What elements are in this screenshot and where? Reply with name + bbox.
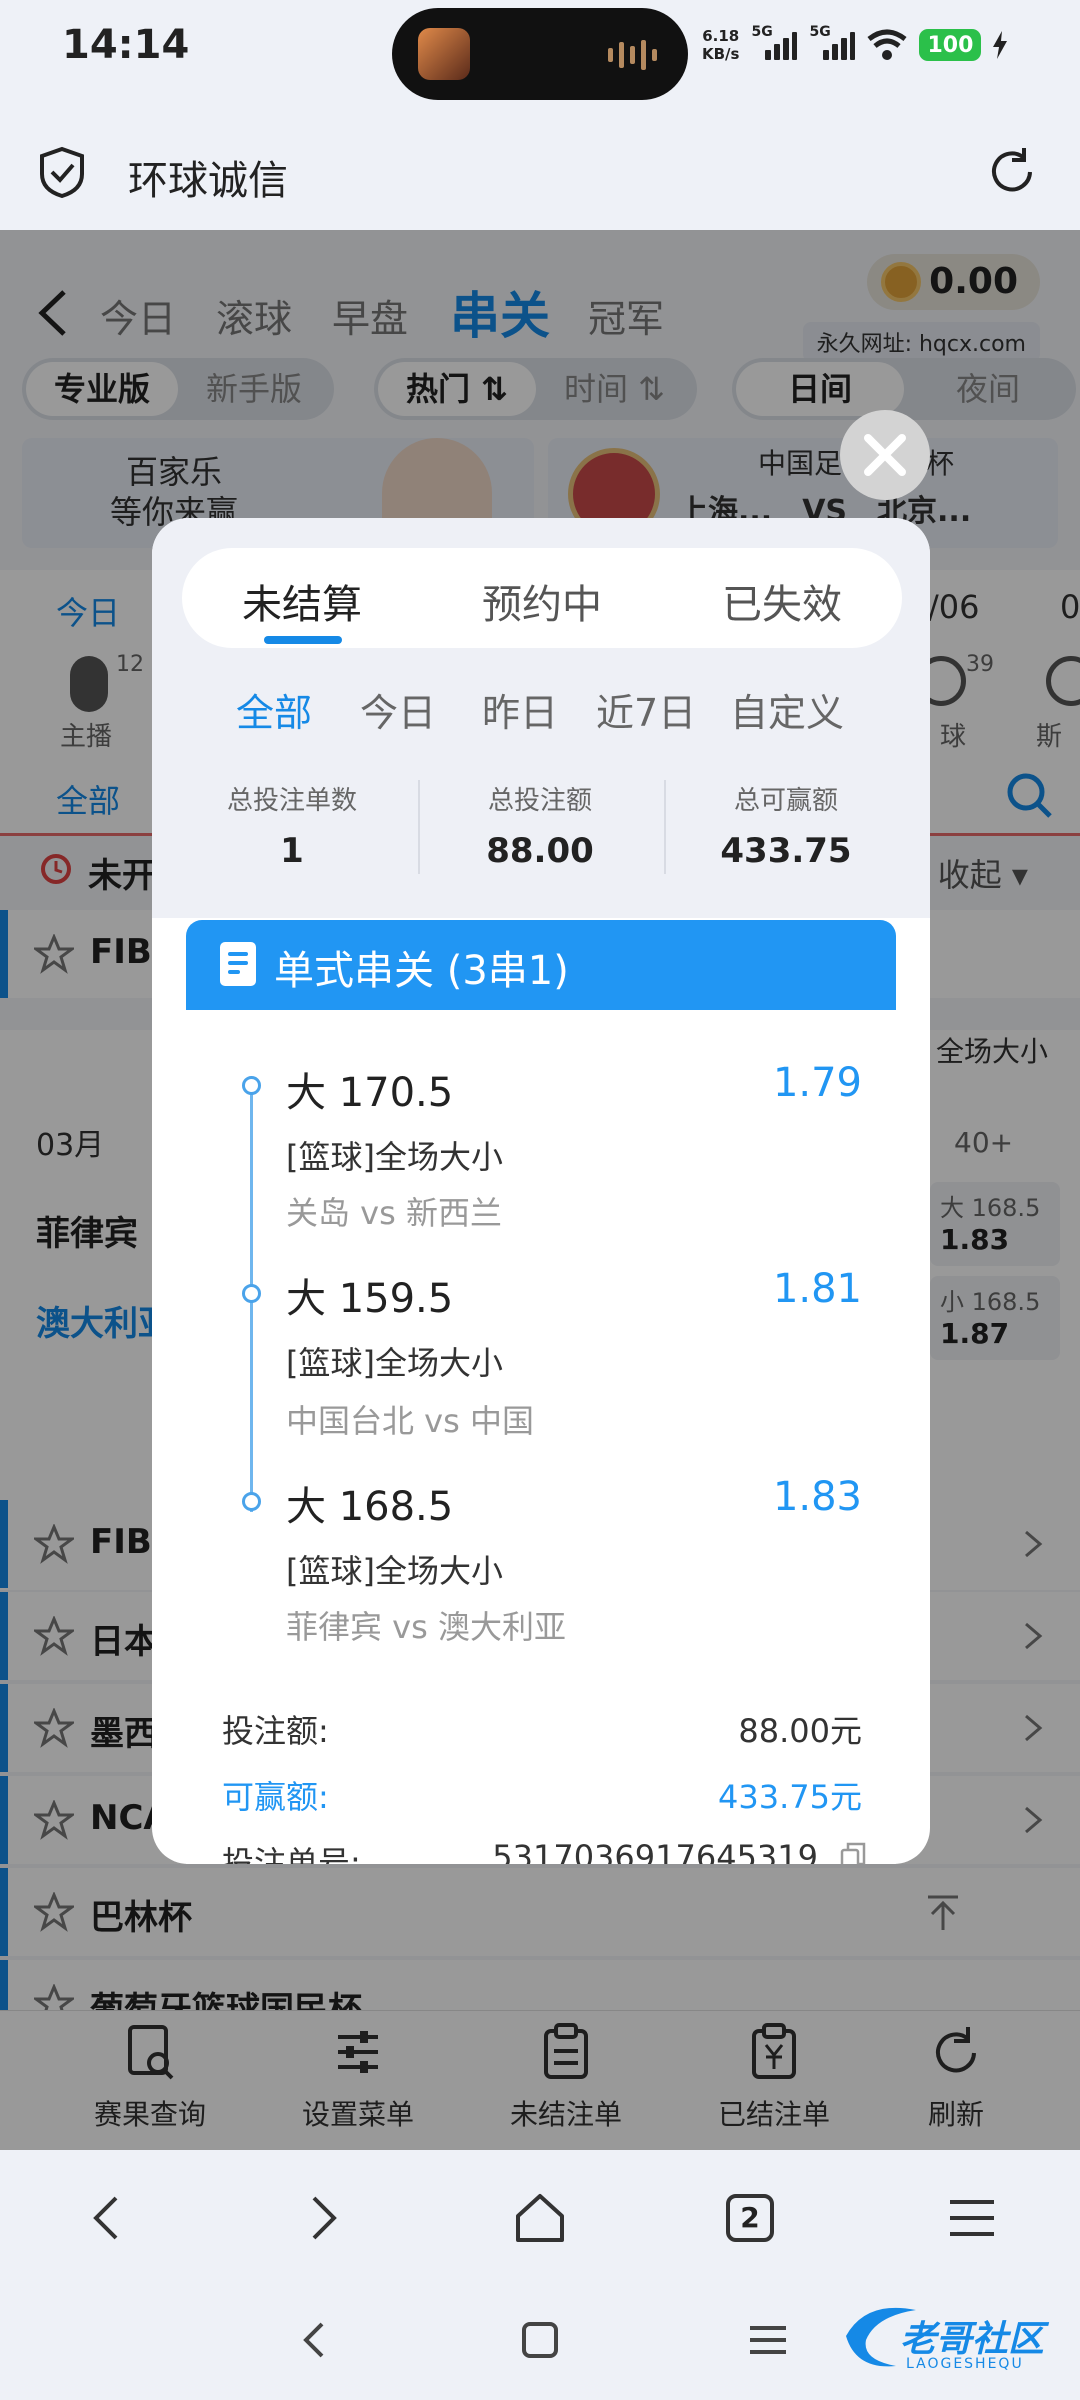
document-icon (220, 942, 256, 986)
signal-icon: 5G (809, 24, 856, 60)
tab-expired[interactable]: 已失效 (662, 572, 902, 630)
tab-unsettled[interactable]: 未结算 (182, 572, 422, 630)
active-tab-indicator (264, 636, 342, 644)
close-icon (864, 434, 906, 476)
bet-records-modal: 未结算 预约中 已失效 全部 今日 昨日 近7日 自定义 总投注单数 1 总投注… (152, 518, 930, 1864)
leg-selection: 大 159.5 (286, 1276, 454, 1322)
stake-label: 投注额: (222, 1712, 329, 1750)
system-recents-icon[interactable] (738, 2310, 798, 2370)
browser-forward-icon[interactable] (292, 2188, 352, 2248)
leg-odds: 1.79 (772, 1060, 862, 1106)
order-number: 5317036917645319 (492, 1838, 818, 1864)
stat-total-bets: 总投注单数 1 (226, 786, 357, 871)
system-home-icon[interactable] (510, 2310, 570, 2370)
leg-market: [篮球]全场大小 (286, 1344, 503, 1382)
range-yesterday[interactable]: 昨日 (482, 682, 558, 737)
browser-menu-icon[interactable] (942, 2188, 1002, 2248)
status-bar: 14:14 6.18 KB/s 5G 5G 100 (0, 0, 1080, 100)
order-label: 投注单号: (222, 1844, 361, 1864)
browser-address-bar: 环球诚信 (0, 120, 1080, 230)
range-today[interactable]: 今日 (360, 682, 436, 737)
status-icons: 6.18 KB/s 5G 5G 100 (702, 22, 1008, 68)
browser-home-icon[interactable] (510, 2188, 570, 2248)
leg-market: [篮球]全场大小 (286, 1552, 503, 1590)
range-7days[interactable]: 近7日 (596, 682, 696, 737)
timeline-dot (242, 1284, 261, 1303)
status-tabs: 未结算 预约中 已失效 (182, 548, 902, 648)
charging-icon (993, 31, 1008, 59)
browser-toolbar: 2 (0, 2150, 1080, 2280)
bet-card-header: 单式串关 (3串1) (186, 920, 896, 1010)
close-modal-button[interactable] (840, 410, 930, 500)
leg-market: [篮球]全场大小 (286, 1138, 503, 1176)
media-thumbnail (418, 28, 470, 80)
stat-total-win: 总可赢额 433.75 (720, 786, 852, 871)
watermark-subtext: LAOGESHEQU (906, 2356, 1024, 2372)
reload-icon[interactable] (984, 144, 1040, 200)
system-back-icon[interactable] (286, 2310, 346, 2370)
status-time: 14:14 (62, 22, 190, 68)
leg-odds: 1.81 (772, 1266, 862, 1312)
copy-icon[interactable] (840, 1842, 866, 1864)
tab-scheduled[interactable]: 预约中 (422, 572, 662, 630)
leg-odds: 1.83 (772, 1474, 862, 1520)
dynamic-island[interactable] (392, 8, 688, 100)
wifi-icon (867, 29, 908, 60)
watermark-text: 老哥社区 (900, 2319, 1045, 2360)
leg-selection: 大 168.5 (286, 1484, 454, 1530)
timeline-dot (242, 1076, 261, 1095)
tab-switcher-button[interactable]: 2 (726, 2194, 774, 2242)
signal-icon: 5G (751, 24, 798, 60)
bet-card-body: 大 170.5 1.79 [篮球]全场大小 关岛 vs 新西兰 大 159.5 … (186, 1010, 896, 1864)
stake-value: 88.00元 (738, 1712, 862, 1750)
modal-header: 未结算 预约中 已失效 全部 今日 昨日 近7日 自定义 总投注单数 1 总投注… (152, 518, 930, 918)
leg-match: 菲律宾 vs 澳大利亚 (286, 1608, 566, 1646)
timeline-dot (242, 1492, 261, 1511)
bet-type: 单式串关 (3串1) (274, 948, 569, 994)
audio-equalizer-icon (608, 40, 658, 70)
leg-selection: 大 170.5 (286, 1070, 454, 1116)
win-label: 可赢额: (222, 1778, 329, 1816)
browser-back-icon[interactable] (78, 2188, 138, 2248)
range-custom[interactable]: 自定义 (730, 682, 844, 737)
win-value: 433.75元 (718, 1778, 862, 1816)
leg-match: 中国台北 vs 中国 (286, 1402, 534, 1440)
site-title[interactable]: 环球诚信 (128, 148, 288, 206)
shield-check-icon[interactable] (38, 146, 86, 198)
stat-total-stake: 总投注额 88.00 (486, 786, 594, 871)
net-speed: 6.18 KB/s (702, 27, 740, 63)
battery-indicator: 100 (919, 29, 982, 61)
range-all[interactable]: 全部 (236, 682, 312, 737)
leg-match: 关岛 vs 新西兰 (286, 1194, 502, 1232)
